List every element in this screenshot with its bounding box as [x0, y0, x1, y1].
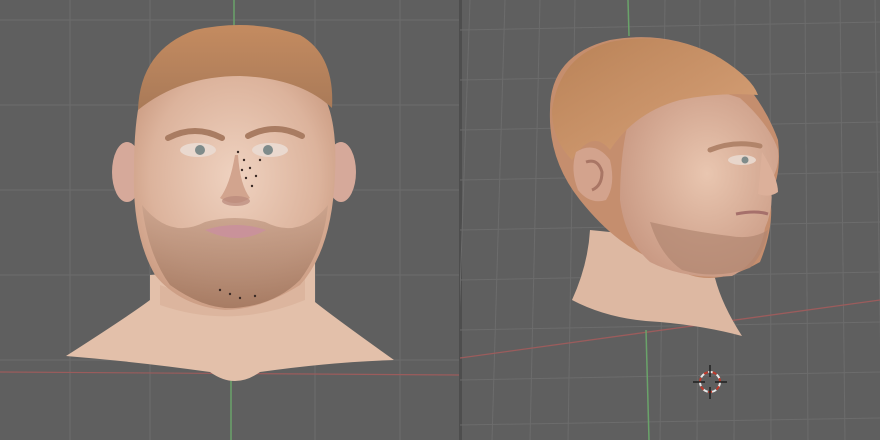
- viewport-front[interactable]: [0, 0, 460, 440]
- iris-right: [263, 145, 273, 155]
- y-axis-side: [645, 329, 650, 440]
- viewport-side[interactable]: [460, 0, 880, 440]
- head-model-front[interactable]: [66, 25, 394, 381]
- iris-left: [195, 145, 205, 155]
- blender-window: [0, 0, 880, 440]
- 3d-cursor-icon[interactable]: [693, 365, 727, 399]
- viewport-side-canvas: [460, 0, 880, 440]
- y-axis-side-top: [627, 0, 630, 37]
- viewport-front-canvas: [0, 0, 460, 440]
- head-model-side[interactable]: [549, 37, 779, 336]
- iris-side: [741, 156, 749, 164]
- nostril-shadow: [222, 196, 250, 206]
